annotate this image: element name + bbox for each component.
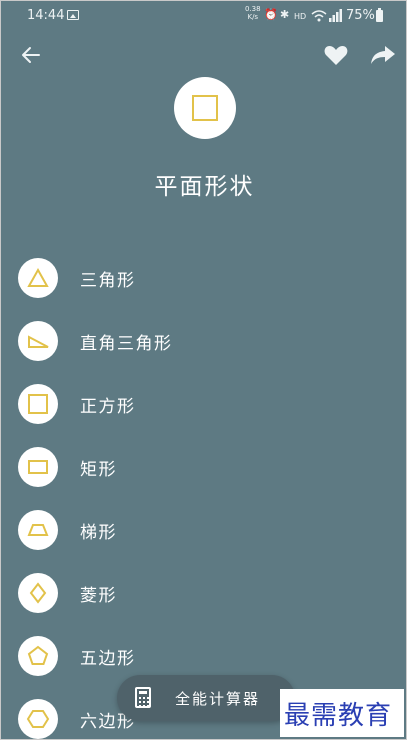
list-item-right-triangle[interactable]: 直角三角形	[1, 309, 406, 372]
list-item-rhombus[interactable]: 菱形	[1, 561, 406, 624]
triangle-icon	[27, 267, 49, 287]
battery-percent: 75%	[346, 8, 375, 23]
image-notification-icon	[67, 10, 79, 20]
status-bar: 14:44 0.38 K/s ⏰ ✱ HD 75%	[1, 1, 406, 31]
list-item-rectangle[interactable]: 矩形	[1, 435, 406, 498]
favorite-heart-icon[interactable]	[323, 43, 349, 67]
icon-circle	[18, 384, 58, 424]
page-title: 平面形状	[154, 174, 255, 200]
list-item-trapezoid[interactable]: 梯形	[1, 498, 406, 561]
list-item-label: 直角三角形	[80, 334, 173, 354]
icon-circle	[18, 258, 58, 298]
square-icon	[28, 394, 48, 414]
alarm-icon: ⏰	[264, 8, 278, 21]
icon-circle	[18, 699, 58, 739]
share-arrow-icon[interactable]	[369, 43, 397, 67]
list-item-label: 菱形	[80, 586, 117, 606]
plane-shape-square-icon	[192, 95, 218, 121]
icon-circle	[18, 573, 58, 613]
icon-circle	[18, 510, 58, 550]
fab-label: 全能计算器	[175, 690, 261, 708]
list-item-label: 五边形	[80, 649, 136, 669]
rhombus-icon	[29, 582, 47, 604]
list-item-triangle[interactable]: 三角形	[1, 246, 406, 309]
icon-circle	[18, 447, 58, 487]
rectangle-icon	[28, 460, 48, 474]
trapezoid-icon	[27, 524, 49, 536]
app-screen: 14:44 0.38 K/s ⏰ ✱ HD 75% 平面形状 三角形 直角三角形…	[0, 0, 407, 740]
hd-label: HD	[294, 12, 307, 21]
list-item-label: 矩形	[80, 460, 117, 480]
icon-circle	[18, 636, 58, 676]
watermark-text: 最需教育	[284, 701, 393, 731]
icon-circle	[18, 321, 58, 361]
calculator-fab-button[interactable]: 全能计算器	[117, 675, 295, 721]
battery-icon	[376, 8, 383, 22]
list-item-label: 三角形	[80, 271, 136, 291]
bluetooth-icon: ✱	[280, 8, 290, 21]
list-item-label: 梯形	[80, 523, 117, 543]
calculator-icon	[135, 687, 151, 708]
network-speed: 0.38 K/s	[245, 5, 261, 21]
list-item-square[interactable]: 正方形	[1, 372, 406, 435]
right-triangle-icon	[28, 335, 49, 348]
network-speed-value: 0.38	[245, 5, 261, 13]
wifi-icon	[311, 10, 327, 22]
status-time: 14:44	[27, 8, 65, 23]
signal-icon	[329, 9, 342, 22]
list-item-label: 正方形	[80, 397, 136, 417]
pentagon-icon	[27, 645, 49, 665]
hexagon-icon	[26, 710, 50, 728]
back-arrow-icon[interactable]	[19, 43, 43, 67]
network-speed-unit: K/s	[247, 13, 259, 21]
